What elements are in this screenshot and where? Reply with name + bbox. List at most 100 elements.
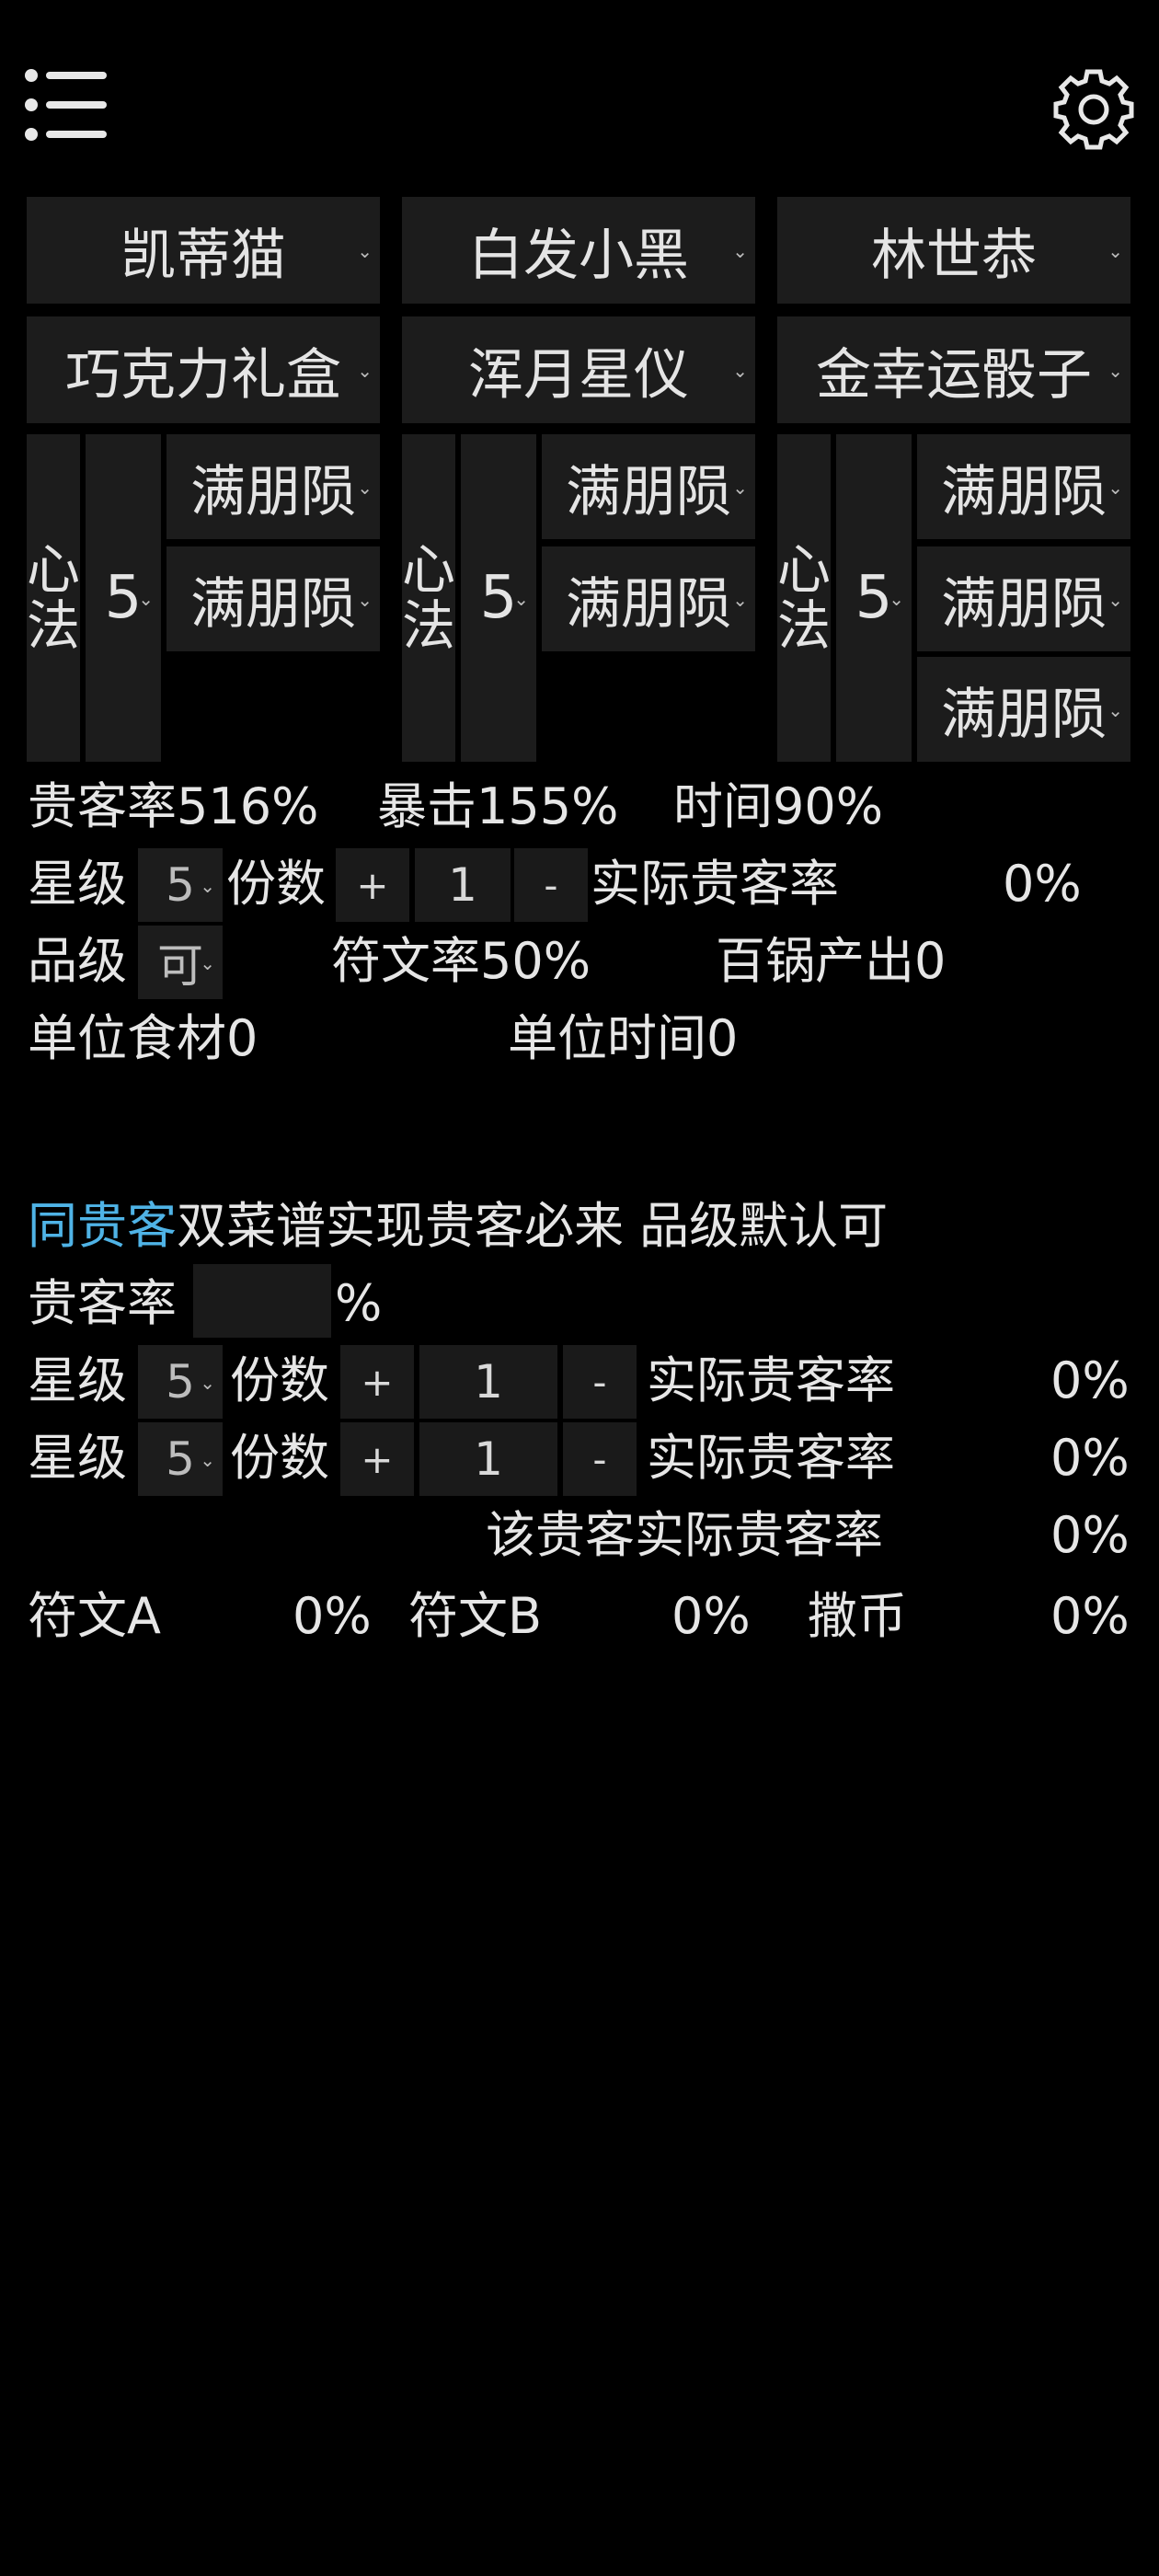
- recipe-1-portion-label: 份数: [230, 1351, 329, 1409]
- plus-button[interactable]: +: [336, 848, 409, 922]
- recipe-1-star-select[interactable]: 5 ⌄: [138, 1345, 223, 1419]
- guest-rate-percent: %: [335, 1274, 383, 1332]
- chevron-down-icon: ⌄: [1107, 477, 1123, 500]
- equip-select-3-value: 金幸运骰子: [816, 342, 1092, 408]
- grade-value: 可: [157, 939, 203, 993]
- chef-select-3[interactable]: 林世恭 ⌄: [777, 197, 1130, 304]
- heart-label-char: 法: [27, 594, 81, 657]
- star-label: 星级: [28, 855, 127, 913]
- recipe-2-actual-label: 实际贵客率: [647, 1429, 895, 1487]
- slot-select-1-2[interactable]: 满朋陨 ⌄: [166, 546, 380, 651]
- chevron-down-icon: ⌄: [357, 360, 373, 383]
- slot-value: 满朋陨: [941, 682, 1107, 747]
- menu-button[interactable]: [22, 66, 110, 149]
- slot-select-2-2[interactable]: 满朋陨 ⌄: [542, 546, 755, 651]
- chef-select-1[interactable]: 凯蒂猫 ⌄: [27, 197, 380, 304]
- equip-select-2-value: 浑月星仪: [468, 342, 689, 408]
- slot-value: 满朋陨: [190, 571, 356, 637]
- recipe-1-plus-button[interactable]: +: [340, 1345, 414, 1419]
- chevron-down-icon: ⌄: [200, 952, 215, 975]
- chef-select-2[interactable]: 白发小黑 ⌄: [402, 197, 755, 304]
- chevron-down-icon: ⌄: [357, 477, 373, 500]
- chevron-down-icon: ⌄: [1107, 360, 1123, 383]
- chevron-down-icon: ⌄: [200, 875, 215, 898]
- recipe-1-minus-button[interactable]: -: [563, 1345, 637, 1419]
- heart-level-select-2[interactable]: 5 ⌄: [461, 434, 536, 762]
- equip-select-3[interactable]: 金幸运骰子 ⌄: [777, 316, 1130, 423]
- guest-rate-stat: 贵客率516%: [28, 777, 319, 835]
- rune-rate-stat: 符文率50%: [331, 932, 591, 990]
- equip-select-2[interactable]: 浑月星仪 ⌄: [402, 316, 755, 423]
- star-value: 5: [166, 1432, 195, 1486]
- rune-b-value: 0%: [671, 1587, 751, 1645]
- heart-label-char: 法: [402, 594, 456, 657]
- heart-level-value: 5: [104, 564, 143, 632]
- chevron-down-icon: ⌄: [513, 588, 529, 611]
- heart-label-char: 心: [27, 538, 81, 602]
- slot-value: 满朋陨: [190, 459, 356, 524]
- star-value: 5: [166, 858, 195, 912]
- unit-time: 单位时间0: [508, 1009, 739, 1067]
- slot-select-3-2[interactable]: 满朋陨 ⌄: [917, 546, 1130, 651]
- slot-value: 满朋陨: [941, 459, 1107, 524]
- chef-select-3-value: 林世恭: [871, 223, 1037, 288]
- recipe-2-portion-label: 份数: [230, 1429, 329, 1487]
- slot-select-3-3[interactable]: 满朋陨 ⌄: [917, 657, 1130, 762]
- chef-select-1-value: 凯蒂猫: [120, 223, 286, 288]
- heart-level-select-3[interactable]: 5 ⌄: [836, 434, 912, 762]
- chevron-down-icon: ⌄: [200, 1372, 215, 1395]
- heart-method-label-1: 心 法: [27, 434, 80, 762]
- chevron-down-icon: ⌄: [357, 589, 373, 612]
- coin-value: 0%: [1050, 1587, 1130, 1645]
- chevron-down-icon: ⌄: [357, 240, 373, 263]
- actual-guest-rate-value: 0%: [1003, 855, 1082, 913]
- equip-select-1-value: 巧克力礼盒: [65, 342, 341, 408]
- minus-button[interactable]: -: [514, 848, 588, 922]
- chevron-down-icon: ⌄: [1107, 240, 1123, 263]
- recipe-2-star-label: 星级: [28, 1429, 127, 1487]
- coin-label: 撒币: [808, 1587, 907, 1645]
- hundred-pot-output: 百锅产出0: [716, 932, 947, 990]
- heart-method-label-3: 心 法: [777, 434, 831, 762]
- actual-guest-rate-label: 实际贵客率: [591, 855, 839, 913]
- star-select[interactable]: 5 ⌄: [138, 848, 223, 922]
- recipe-1-count-input[interactable]: 1: [419, 1345, 557, 1419]
- recipe-2-star-select[interactable]: 5 ⌄: [138, 1422, 223, 1496]
- chevron-down-icon: ⌄: [732, 240, 748, 263]
- recipe-1-actual-label: 实际贵客率: [647, 1351, 895, 1409]
- recipe-2-actual-value: 0%: [1050, 1429, 1130, 1487]
- guest-rate-input[interactable]: [193, 1264, 331, 1338]
- crit-stat: 暴击155%: [377, 777, 619, 835]
- recipe-2-plus-button[interactable]: +: [340, 1422, 414, 1496]
- unit-ingredient: 单位食材0: [28, 1009, 258, 1067]
- heart-level-value: 5: [855, 564, 893, 632]
- slot-select-2-1[interactable]: 满朋陨 ⌄: [542, 434, 755, 539]
- settings-button[interactable]: [1050, 66, 1137, 153]
- count-input[interactable]: 1: [415, 848, 511, 922]
- chevron-down-icon: ⌄: [732, 360, 748, 383]
- rune-b-label: 符文B: [408, 1587, 543, 1645]
- slot-select-3-1[interactable]: 满朋陨 ⌄: [917, 434, 1130, 539]
- gear-icon: [1053, 69, 1134, 150]
- slot-value: 满朋陨: [566, 571, 731, 637]
- grade-select[interactable]: 可 ⌄: [138, 926, 223, 999]
- heart-level-select-1[interactable]: 5 ⌄: [86, 434, 161, 762]
- slot-select-1-1[interactable]: 满朋陨 ⌄: [166, 434, 380, 539]
- slot-value: 满朋陨: [941, 571, 1107, 637]
- guest-actual-value: 0%: [1050, 1506, 1130, 1564]
- recipe-2-minus-button[interactable]: -: [563, 1422, 637, 1496]
- recipe-1-star-label: 星级: [28, 1351, 127, 1409]
- rune-a-value: 0%: [293, 1587, 372, 1645]
- equip-select-1[interactable]: 巧克力礼盒 ⌄: [27, 316, 380, 423]
- chevron-down-icon: ⌄: [1107, 589, 1123, 612]
- same-guest-highlight: 同贵客: [28, 1197, 177, 1255]
- heart-label-char: 心: [777, 538, 832, 602]
- rune-a-label: 符文A: [28, 1587, 161, 1645]
- guest-actual-label: 该贵客实际贵客率: [486, 1506, 883, 1564]
- same-guest-title-rest: 双菜谱实现贵客必来 品级默认可: [177, 1197, 889, 1255]
- recipe-2-count-input[interactable]: 1: [419, 1422, 557, 1496]
- star-value: 5: [166, 1355, 195, 1409]
- same-guest-title: 同贵客双菜谱实现贵客必来 品级默认可: [28, 1202, 888, 1251]
- hamburger-menu-icon: [25, 69, 107, 141]
- chef-select-2-value: 白发小黑: [468, 223, 689, 288]
